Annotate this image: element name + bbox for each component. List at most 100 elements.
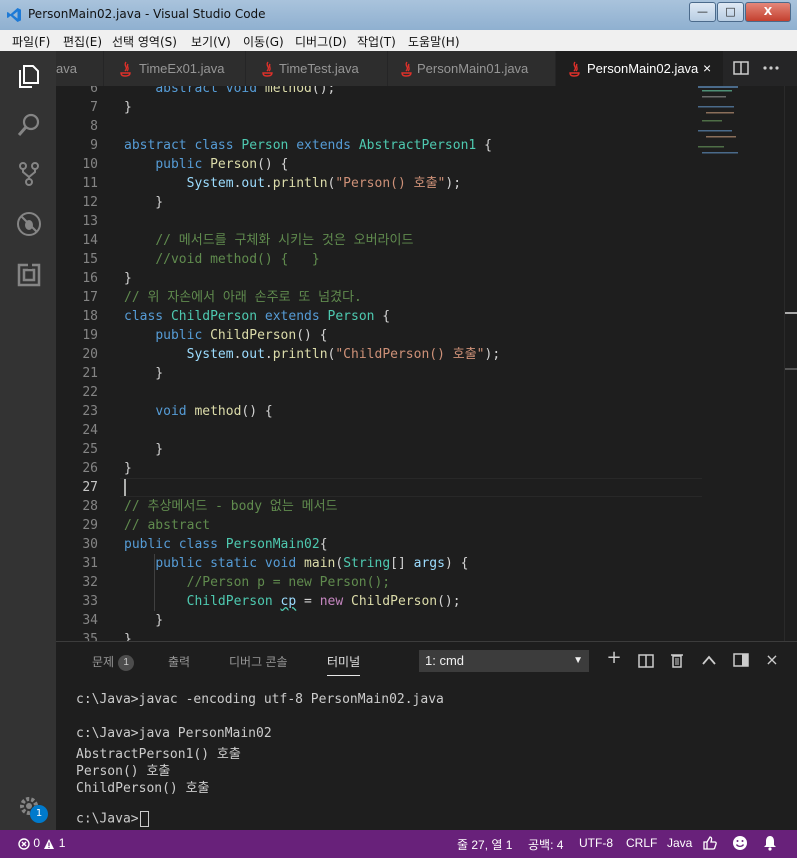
tab-terminal[interactable]: 터미널 <box>327 653 361 676</box>
explorer-icon[interactable] <box>16 63 42 89</box>
code-line[interactable]: 17 // 위 자손에서 아래 손주로 또 넘겼다. <box>56 288 797 307</box>
code-text: //void method() { } <box>155 252 320 267</box>
code-line[interactable]: 33 ChildPerson cp = new ChildPerson(); <box>56 592 797 611</box>
code-line[interactable]: 8 <box>56 117 797 136</box>
extensions-icon[interactable] <box>16 262 42 288</box>
code-text: } <box>124 461 132 476</box>
tab-partial[interactable]: ava <box>56 51 104 86</box>
line-number: 6 <box>90 86 98 96</box>
code-line[interactable]: 14 // 메서드를 구체화 시키는 것은 오버라이드 <box>56 231 797 250</box>
code-line[interactable]: 9 abstract class Person extends AbstractP… <box>56 136 797 155</box>
terminal-selector-dropdown[interactable]: 1: cmd ▼ <box>419 650 589 672</box>
terminal-prompt-line[interactable]: c:\Java> <box>76 811 149 827</box>
encoding-status[interactable]: UTF-8 <box>579 836 613 850</box>
notifications-bell-icon[interactable] <box>762 835 778 851</box>
code-line[interactable]: 19 public ChildPerson() { <box>56 326 797 345</box>
new-terminal-icon[interactable]: + <box>604 647 624 668</box>
code-text: void method() { <box>155 404 273 419</box>
menu-debug[interactable]: 디버그(D) <box>295 33 347 50</box>
close-window-button[interactable]: X <box>745 2 791 22</box>
activity-bar: 1 <box>0 51 56 830</box>
code-line[interactable]: 20 System.out.println("ChildPerson() 호출"… <box>56 345 797 364</box>
code-line[interactable]: 34 } <box>56 611 797 630</box>
code-line[interactable]: 28 // 추상메서드 - body 없는 메서드 <box>56 497 797 516</box>
code-text: public Person() { <box>155 157 289 172</box>
menu-file[interactable]: 파일(F) <box>12 33 50 50</box>
line-number: 20 <box>82 347 98 362</box>
menu-view[interactable]: 보기(V) <box>191 33 231 50</box>
code-line[interactable]: 22 <box>56 383 797 402</box>
code-line[interactable]: 26} <box>56 459 797 478</box>
code-line[interactable]: 11 System.out.println("Person() 호출"); <box>56 174 797 193</box>
minimize-button[interactable]: — <box>689 2 716 22</box>
split-editor-icon[interactable] <box>733 61 749 75</box>
maximize-button[interactable]: □ <box>717 2 744 22</box>
feedback-smiley-icon[interactable] <box>732 835 748 851</box>
line-number: 25 <box>82 442 98 457</box>
code-line[interactable]: 27 <box>56 478 797 497</box>
cursor-position[interactable]: 줄 27, 열 1 <box>457 836 512 853</box>
code-line[interactable]: 23 void method() { <box>56 402 797 421</box>
code-line[interactable]: 16} <box>56 269 797 288</box>
tab-timetest[interactable]: TimeTest.java <box>246 51 388 86</box>
panel-layout-icon[interactable] <box>733 653 749 667</box>
line-number: 9 <box>90 138 98 153</box>
code-line[interactable]: 21 } <box>56 364 797 383</box>
code-line[interactable]: 10 public Person() { <box>56 155 797 174</box>
split-terminal-icon[interactable] <box>638 654 654 668</box>
menu-selection[interactable]: 선택 영역(S) <box>112 33 177 50</box>
code-text: } <box>124 100 132 115</box>
tab-personmain01[interactable]: PersonMain01.java <box>388 51 556 86</box>
search-icon[interactable] <box>16 112 42 138</box>
thumbs-up-icon[interactable] <box>702 835 718 851</box>
code-line[interactable]: 32 //Person p = new Person(); <box>56 573 797 592</box>
tab-close-icon[interactable]: × <box>703 51 711 86</box>
code-line[interactable]: 13 <box>56 212 797 231</box>
indentation-status[interactable]: 공백: 4 <box>528 836 563 853</box>
tab-output[interactable]: 출력 <box>168 653 190 670</box>
line-number: 14 <box>82 233 98 248</box>
code-line[interactable]: 24 <box>56 421 797 440</box>
code-line[interactable]: 18 class ChildPerson extends Person { <box>56 307 797 326</box>
code-editor[interactable]: 6 abstract void method(); 7} 8 9 abstract cl… <box>56 86 797 641</box>
code-line[interactable]: 29 // abstract <box>56 516 797 535</box>
code-line[interactable]: 6 abstract void method(); <box>56 86 797 98</box>
line-number: 28 <box>82 499 98 514</box>
language-mode[interactable]: Java <box>667 836 692 850</box>
code-line[interactable]: 30 public class PersonMain02{ <box>56 535 797 554</box>
tab-problems[interactable]: 문제 1 <box>92 653 135 671</box>
close-panel-icon[interactable]: × <box>762 650 782 669</box>
tab-timeex01[interactable]: TimeEx01.java <box>104 51 246 86</box>
warning-icon <box>44 838 55 849</box>
menu-help[interactable]: 도움말(H) <box>408 33 460 50</box>
tab-problems-label: 문제 <box>92 655 115 669</box>
line-number: 23 <box>82 404 98 419</box>
problems-status[interactable]: 0 1 <box>18 836 65 850</box>
scrollbar-marker <box>785 368 797 370</box>
debug-icon[interactable] <box>16 211 42 237</box>
code-text: //Person p = new Person(); <box>186 575 391 590</box>
menu-tasks[interactable]: 작업(T) <box>357 33 396 50</box>
scrollbar-thumb[interactable] <box>785 312 797 314</box>
code-text: } <box>124 613 164 628</box>
code-line[interactable]: 25 } <box>56 440 797 459</box>
menu-edit[interactable]: 편집(E) <box>63 33 102 50</box>
code-line[interactable]: 35} <box>56 630 797 641</box>
eol-status[interactable]: CRLF <box>626 836 657 850</box>
code-line[interactable]: 15 //void method() { } <box>56 250 797 269</box>
source-control-icon[interactable] <box>16 161 42 187</box>
code-text: // 메서드를 구체화 시키는 것은 오버라이드 <box>155 233 414 248</box>
code-line[interactable]: 12 } <box>56 193 797 212</box>
trash-icon[interactable] <box>670 652 684 668</box>
more-actions-icon[interactable] <box>763 66 779 70</box>
menu-go[interactable]: 이동(G) <box>243 33 284 50</box>
minimap[interactable] <box>698 86 758 166</box>
line-number: 11 <box>82 176 98 191</box>
code-line[interactable]: 7} <box>56 98 797 117</box>
editor-scrollbar[interactable] <box>784 86 797 641</box>
tab-personmain02[interactable]: PersonMain02.java × <box>556 51 724 86</box>
chevron-up-icon[interactable] <box>702 655 716 665</box>
line-number: 10 <box>82 157 98 172</box>
code-line[interactable]: 31 public static void main(String[] args… <box>56 554 797 573</box>
tab-debug-console[interactable]: 디버그 콘솔 <box>229 653 288 670</box>
